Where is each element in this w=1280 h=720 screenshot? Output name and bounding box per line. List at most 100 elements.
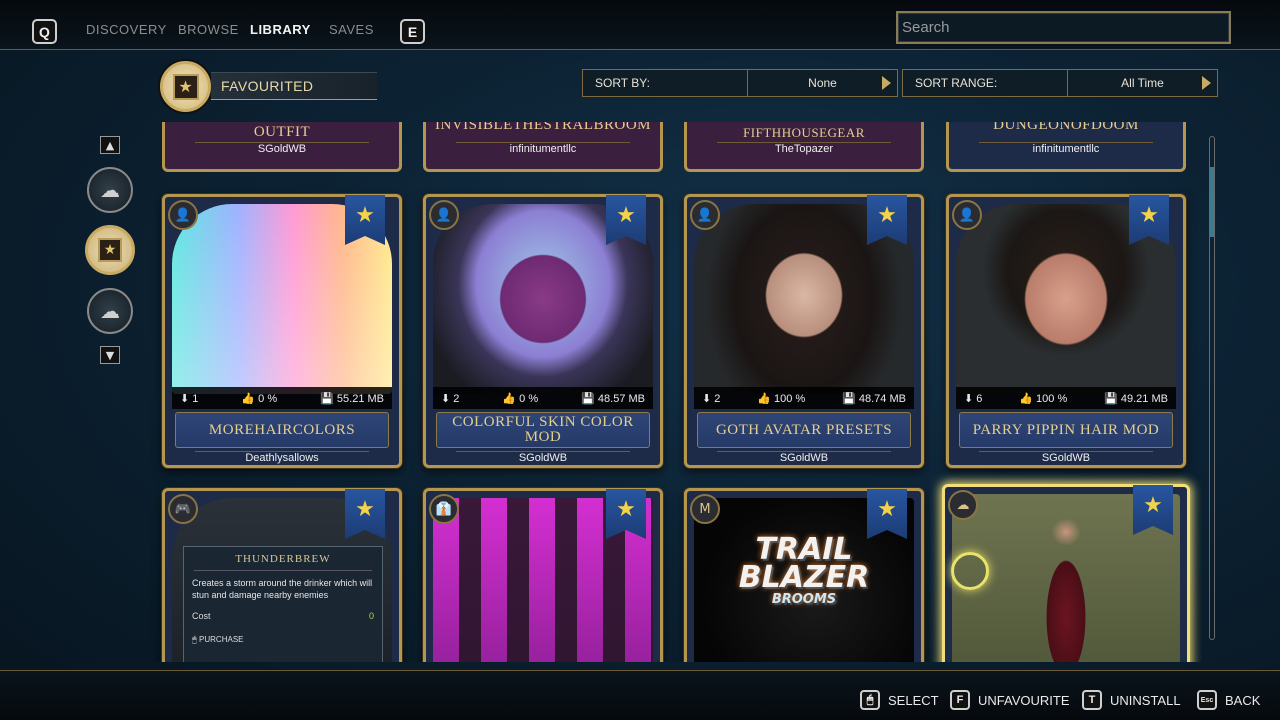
next-tab-key[interactable]: E: [400, 19, 425, 44]
back-label: BACK: [1225, 692, 1261, 708]
rail-uploads-button[interactable]: ☁: [87, 288, 133, 334]
mod-card-thunderbrew[interactable]: 🎮 ★ THUNDERBREW Creates a storm around t…: [162, 488, 402, 662]
likes-stat: 👍 0 %: [502, 392, 538, 405]
file-size: 49.21 MB: [1120, 392, 1168, 405]
uninstall-action[interactable]: T UNINSTALL: [1082, 690, 1181, 710]
mod-card-morehaircolors[interactable]: 👤 ★ ⬇ 1 👍 0 % 💾 55.21 MB MOREHAIRCOLORS …: [162, 194, 402, 468]
mod-card-goth-avatar[interactable]: 👤 ★ ⬇ 2 👍 100 % 💾 48.74 MB GOTH AVATAR P…: [684, 194, 924, 468]
download-count: 2: [453, 392, 460, 405]
download-count: 2: [714, 392, 721, 405]
mod-author: SGoldWB: [195, 142, 369, 158]
rail-down-key[interactable]: ▼: [100, 346, 120, 364]
sort-range-label: SORT RANGE:: [903, 70, 1068, 96]
file-size: 48.74 MB: [858, 392, 906, 405]
mod-author: SGoldWB: [456, 451, 630, 467]
mod-title: COLORFUL SKIN COLOR MOD: [436, 412, 650, 448]
disk-icon: 💾: [1104, 392, 1121, 405]
mod-author: TheTopazer: [717, 142, 891, 158]
select-label: SELECT: [888, 692, 939, 708]
mod-title: MOREHAIRCOLORS: [175, 412, 389, 448]
mouse-icon: 🖱: [860, 690, 880, 710]
disk-icon: 💾: [842, 392, 859, 405]
file-size: 55.21 MB: [336, 392, 384, 405]
sort-by-dropdown[interactable]: SORT BY: None: [582, 69, 898, 97]
search-input[interactable]: Search: [896, 11, 1231, 44]
prev-tab-key[interactable]: Q: [32, 19, 57, 44]
mouse-icon: 🖱: [192, 635, 200, 644]
mod-card-colorful-skin[interactable]: 👤 ★ ⬇ 2 👍 0 % 💾 48.57 MB COLORFUL SKIN C…: [423, 194, 663, 468]
mod-title: COLLECTION: GEAR FIFTHHOUSEGEAR: [738, 122, 869, 140]
cloud-upload-icon: ☁: [100, 299, 120, 323]
mod-card-outfits[interactable]: 👔 ★: [423, 488, 663, 662]
sort-range-dropdown[interactable]: SORT RANGE: All Time: [902, 69, 1218, 97]
avatar-icon: 👤: [168, 200, 198, 230]
mod-card-selected[interactable]: ☁ ★: [942, 484, 1190, 662]
download-count: 1: [192, 392, 199, 405]
likes-percent: 100 %: [1036, 392, 1068, 405]
tab-discovery[interactable]: DISCOVERY: [86, 22, 167, 37]
mod-author: infinitumentllc: [979, 142, 1153, 158]
grid-scrollbar[interactable]: [1209, 136, 1215, 640]
logo-line-3: BROOMS: [771, 592, 837, 607]
purchase-label: PURCHASE: [199, 635, 244, 644]
logo-line-2: BLAZER: [738, 560, 870, 595]
rail-up-key[interactable]: ▲: [100, 136, 120, 154]
mod-card[interactable]: INVISIBLETHESTRALBROOM infinitumentllc: [423, 122, 663, 172]
favourited-medal: ★: [160, 61, 211, 112]
rail-favourites-button[interactable]: ★: [85, 225, 135, 275]
mod-stats: ⬇ 1 👍 0 % 💾 55.21 MB: [172, 387, 392, 409]
mod-card-parry-pippin[interactable]: 👤 ★ ⬇ 6 👍 100 % 💾 49.21 MB PARRY PIPPIN …: [946, 194, 1186, 468]
mod-title: GOTH AVATAR PRESETS: [697, 412, 911, 448]
size-stat: 💾 48.74 MB: [842, 392, 906, 405]
downloads-stat: ⬇ 6: [964, 392, 982, 405]
download-count: 6: [976, 392, 983, 405]
rail-downloads-button[interactable]: ☁: [87, 167, 133, 213]
key-t: T: [1082, 690, 1102, 710]
cost-label: Cost: [192, 611, 211, 621]
filter-label: FAVOURITED: [211, 72, 377, 100]
scrollbar-thumb[interactable]: [1210, 167, 1214, 237]
tab-browse[interactable]: BROWSE: [178, 22, 239, 37]
cost-value: 0: [368, 611, 374, 621]
thumbs-up-icon: 👍: [757, 392, 775, 405]
unfavourite-action[interactable]: F UNFAVOURITE: [950, 690, 1070, 710]
mod-title: PARRY PIPPIN HAIR MOD: [959, 412, 1173, 448]
cloud-icon: ☁: [948, 490, 978, 520]
mod-title: INVISIBLETHESTRALBROOM: [435, 122, 651, 133]
arrow-right-icon: [1202, 76, 1211, 90]
select-action[interactable]: 🖱 SELECT: [860, 690, 939, 710]
likes-percent: 0 %: [519, 392, 539, 405]
disk-icon: 💾: [320, 392, 337, 405]
size-stat: 💾 55.21 MB: [320, 392, 384, 405]
size-stat: 💾 49.21 MB: [1104, 392, 1168, 405]
mod-author: Deathlysallows: [195, 451, 369, 467]
back-action[interactable]: Esc BACK: [1197, 690, 1260, 710]
m-badge-icon: M: [690, 494, 720, 524]
mod-author: infinitumentllc: [456, 142, 630, 158]
mod-title: NORA TREADWELL OUTFIT: [210, 122, 353, 140]
purchase-hint[interactable]: 🖱 PURCHASE: [184, 625, 382, 645]
mod-card-trailblazer[interactable]: TRAIL BLAZER BROOMS M ★: [684, 488, 924, 662]
star-icon: ★: [172, 73, 199, 100]
outfit-icon: 👔: [429, 494, 459, 524]
download-icon: ⬇: [441, 392, 454, 405]
controller-icon: 🎮: [168, 494, 198, 524]
downloads-stat: ⬇ 1: [180, 392, 198, 405]
tab-library[interactable]: LIBRARY: [250, 22, 311, 37]
tooltip-cost: Cost 0: [184, 607, 382, 625]
likes-stat: 👍 100 %: [1019, 392, 1067, 405]
sort-by-value-wrap: None: [748, 70, 897, 96]
tab-saves[interactable]: SAVES: [329, 22, 374, 37]
mod-card[interactable]: DUNGEONOFDOOM infinitumentllc: [946, 122, 1186, 172]
mod-card[interactable]: NORA TREADWELL OUTFIT SGoldWB: [162, 122, 402, 172]
file-size: 48.57 MB: [597, 392, 645, 405]
sort-range-value-wrap: All Time: [1068, 70, 1217, 96]
mod-stats: ⬇ 6 👍 100 % 💾 49.21 MB: [956, 387, 1176, 409]
sort-by-value: None: [808, 76, 837, 90]
downloads-stat: ⬇ 2: [441, 392, 459, 405]
download-icon: ⬇: [964, 392, 977, 405]
likes-stat: 👍 0 %: [241, 392, 277, 405]
thunderbrew-tooltip: THUNDERBREW Creates a storm around the d…: [183, 546, 383, 662]
key-f: F: [950, 690, 970, 710]
mod-card[interactable]: COLLECTION: GEAR FIFTHHOUSEGEAR TheTopaz…: [684, 122, 924, 172]
